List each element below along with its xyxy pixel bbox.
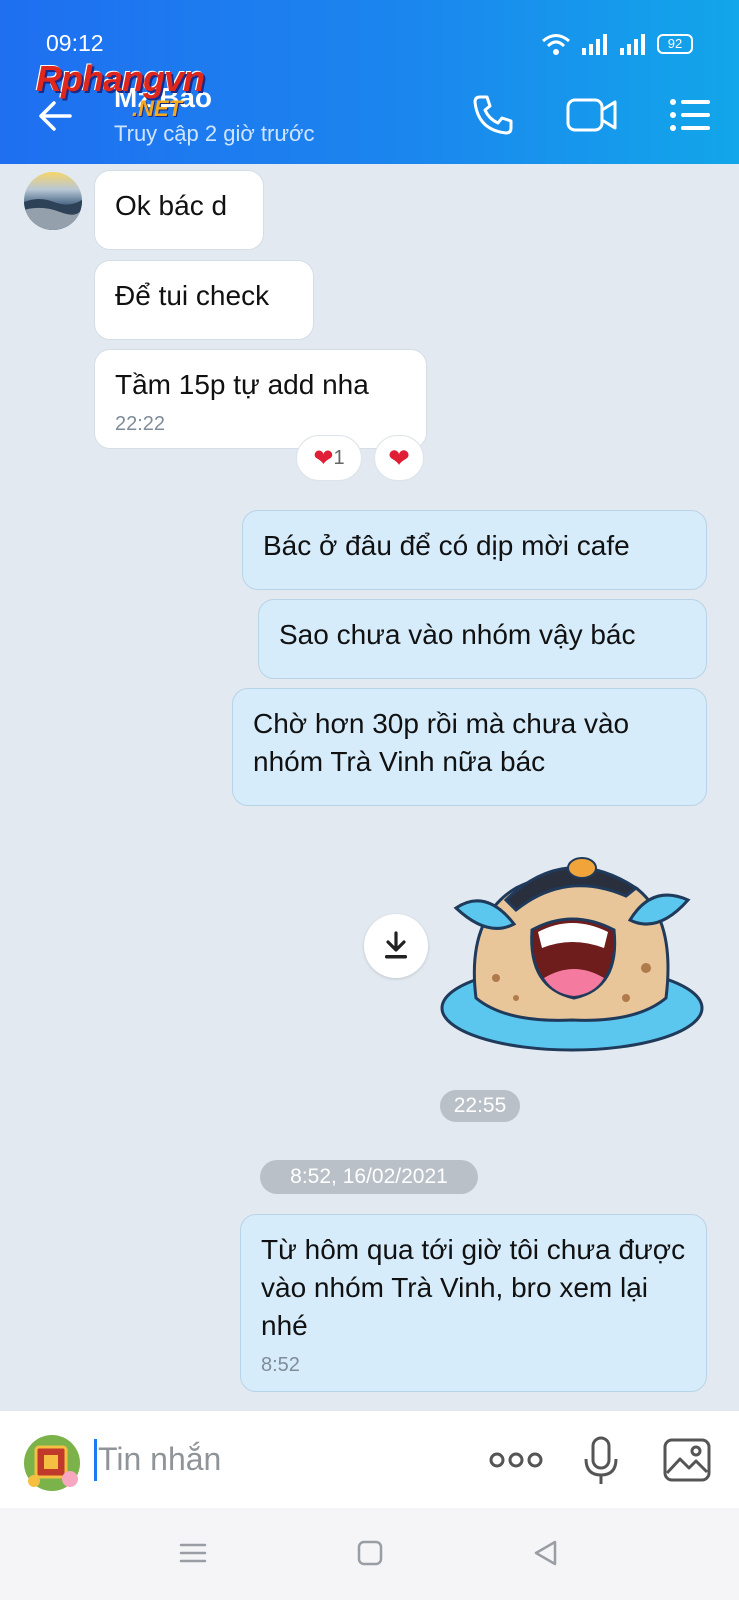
- contact-avatar[interactable]: [24, 172, 82, 230]
- signal-icon-2: [620, 34, 645, 55]
- message-time: 22:22: [115, 413, 166, 435]
- message-text: Sao chưa vào nhóm vậy bác: [279, 619, 636, 650]
- chat-header: 09:12 92 Mz Bao Truy cập 2 giờ trước Rph…: [0, 0, 739, 164]
- list-menu-icon[interactable]: [668, 92, 712, 138]
- home-icon[interactable]: [356, 1538, 384, 1568]
- incoming-message[interactable]: Tầm 15p tự add nha 22:22: [94, 349, 427, 449]
- microphone-icon[interactable]: [582, 1435, 620, 1487]
- message-text: Ok bác d: [115, 190, 228, 221]
- download-icon: [385, 931, 407, 959]
- message-time: 8:52: [261, 1354, 300, 1376]
- crying-sticker[interactable]: [436, 848, 708, 1060]
- status-icons: 92: [541, 32, 693, 56]
- outgoing-message[interactable]: Sao chưa vào nhóm vậy bác: [258, 599, 707, 679]
- signal-icon: [582, 34, 607, 55]
- react-button[interactable]: ❤: [374, 435, 424, 481]
- nav-back-icon[interactable]: [530, 1538, 560, 1568]
- incoming-message[interactable]: Để tui check: [94, 260, 314, 340]
- system-navigation-bar: [0, 1508, 739, 1600]
- avatar-landscape-image: [24, 199, 82, 230]
- recent-apps-icon[interactable]: [178, 1538, 208, 1568]
- message-text: Bác ở đâu để có dịp mời cafe: [263, 530, 630, 561]
- more-dots-icon[interactable]: [488, 1445, 544, 1475]
- outgoing-message[interactable]: Bác ở đâu để có dịp mời cafe: [242, 510, 707, 590]
- message-text: Để tui check: [115, 280, 270, 311]
- heart-icon: ❤: [313, 444, 334, 472]
- watermark-text: Rphangvn: [36, 58, 205, 99]
- message-text: Từ hôm qua tới giờ tôi chưa được vào nhó…: [261, 1234, 686, 1341]
- heart-icon: ❤: [388, 442, 410, 473]
- message-text: Tầm 15p tự add nha: [115, 369, 369, 400]
- message-text: Chờ hơn 30p rồi mà chưa vào nhóm Trà Vin…: [253, 708, 630, 777]
- battery-indicator: 92: [657, 34, 693, 54]
- reaction-count: 1: [333, 446, 345, 469]
- incoming-message[interactable]: Ok bác d: [94, 170, 264, 250]
- image-icon[interactable]: [662, 1437, 712, 1483]
- download-button[interactable]: [364, 914, 428, 978]
- wifi-icon: [542, 34, 570, 55]
- outgoing-message[interactable]: Chờ hơn 30p rồi mà chưa vào nhóm Trà Vin…: [232, 688, 707, 806]
- video-camera-icon[interactable]: [566, 92, 618, 138]
- watermark-net: .NET: [132, 96, 183, 121]
- watermark-logo: Rphangvn .NET: [36, 58, 266, 128]
- message-input-bar: [0, 1410, 739, 1508]
- date-separator: 8:52, 16/02/2021: [260, 1160, 478, 1194]
- reaction-summary[interactable]: ❤ 1: [296, 435, 362, 481]
- time-separator: 22:55: [440, 1090, 520, 1122]
- message-input[interactable]: [98, 1435, 458, 1483]
- text-cursor: [94, 1439, 97, 1481]
- outgoing-message[interactable]: Từ hôm qua tới giờ tôi chưa được vào nhó…: [240, 1214, 707, 1392]
- phone-icon[interactable]: [470, 92, 516, 138]
- sticker-picker-button[interactable]: [22, 1433, 82, 1493]
- status-time: 09:12: [46, 30, 104, 56]
